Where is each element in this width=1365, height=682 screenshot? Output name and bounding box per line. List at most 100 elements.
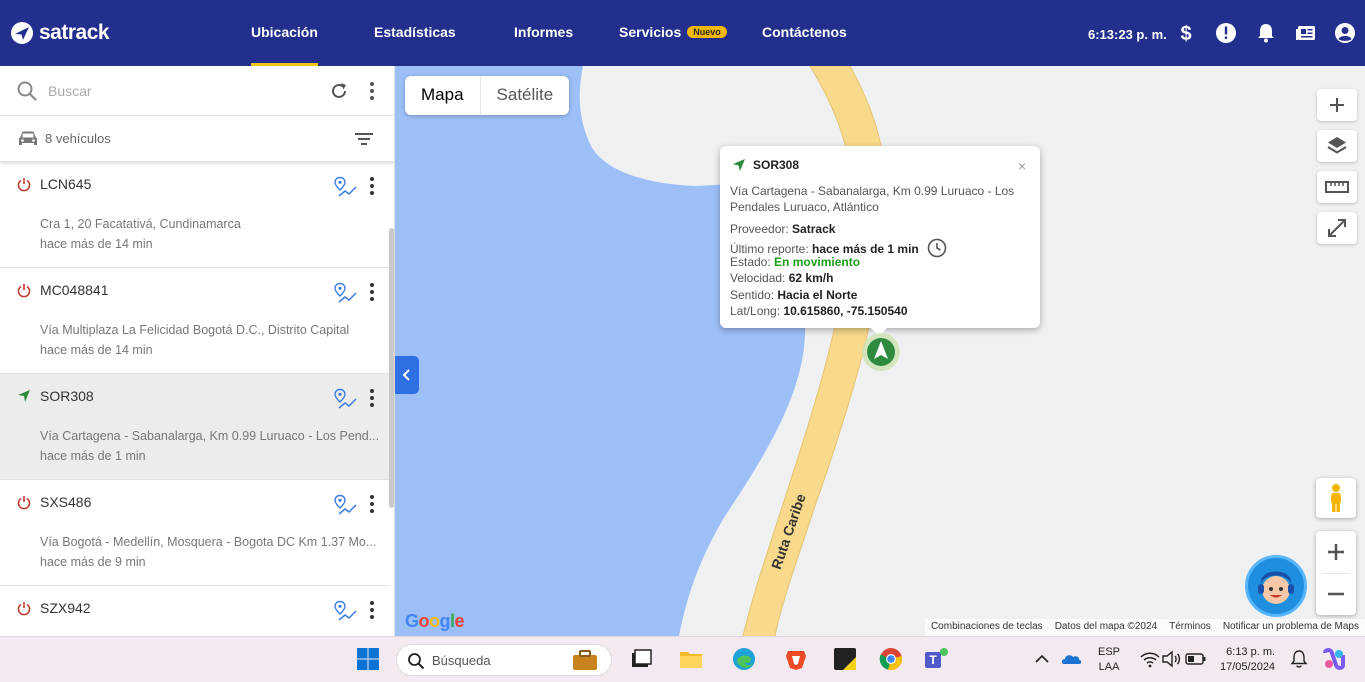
vehicle-more-options-icon[interactable] (369, 282, 375, 302)
info-status: Estado: En movimiento (730, 255, 860, 269)
news-icon[interactable] (1295, 22, 1317, 44)
vehicle-list-item[interactable]: SOR308 Vía Cartagena - Sabanalarga, Km 0.… (0, 374, 390, 480)
navigation-arrow-icon (18, 390, 30, 402)
battery-icon[interactable] (1184, 647, 1208, 671)
vehicle-list-item[interactable]: LCN645 Cra 1, 20 Facatativá, Cundinamarca… (0, 162, 390, 268)
vehicle-more-options-icon[interactable] (369, 600, 375, 620)
user-icon[interactable] (1334, 22, 1356, 44)
info-direction-label: Sentido: (730, 288, 778, 302)
layers-button[interactable] (1317, 130, 1357, 162)
info-provider-label: Proveedor: (730, 222, 793, 236)
taskbar-search[interactable]: Búsqueda (396, 644, 612, 676)
search-input[interactable] (48, 79, 308, 103)
info-status-label: Estado: (730, 255, 775, 269)
wifi-icon[interactable] (1138, 647, 1162, 671)
route-history-icon[interactable] (333, 282, 357, 304)
keyboard-shortcuts-link[interactable]: Combinaciones de teclas (931, 621, 1043, 634)
route-history-icon[interactable] (333, 176, 357, 198)
terms-link[interactable]: Términos (1169, 621, 1211, 634)
search-icon (17, 81, 37, 101)
bell-icon[interactable] (1255, 22, 1277, 44)
language-indicator[interactable]: ESP LAA (1098, 645, 1120, 675)
vehicle-plate: SXS486 (40, 494, 92, 510)
chrome-icon[interactable] (879, 647, 903, 671)
taskbar-date: 17/05/2024 (1220, 661, 1276, 673)
volume-icon[interactable] (1160, 647, 1184, 671)
onedrive-icon[interactable] (1060, 647, 1084, 671)
vehicle-address: Cra 1, 20 Facatativá, Cundinamarca (40, 217, 241, 231)
street-view-button[interactable] (1316, 478, 1356, 518)
vehicle-plate: SOR308 (40, 388, 94, 404)
taskbar-time: 6:13 p. m. (1226, 646, 1276, 658)
power-icon (17, 602, 31, 616)
edge-icon[interactable] (732, 647, 756, 671)
sticky-notes-icon[interactable] (833, 647, 857, 671)
vehicle-more-options-icon[interactable] (369, 494, 375, 514)
info-direction: Sentido: Hacia el Norte (730, 288, 857, 302)
header-clock: 6:13:23 p. m. (1088, 27, 1167, 42)
info-latlong-value: 10.615860, -75.150540 (783, 304, 908, 318)
map-type-mapa[interactable]: Mapa (405, 76, 481, 115)
nav-ubicacion[interactable]: Ubicación (251, 24, 318, 66)
refresh-icon[interactable] (329, 81, 349, 101)
google-logo: Google (405, 611, 465, 631)
new-badge: Nuevo (687, 26, 727, 38)
route-history-icon[interactable] (333, 388, 357, 410)
vehicle-last-report: hace más de 14 min (40, 343, 153, 357)
vehicle-address: Vía Multiplaza La Felicidad Bogotá D.C.,… (40, 323, 350, 337)
search-icon (408, 653, 425, 670)
svg-text:$: $ (1180, 23, 1191, 44)
vehicle-more-options-icon[interactable] (369, 176, 375, 196)
zoom-in-icon[interactable] (1316, 531, 1356, 573)
route-history-icon[interactable] (333, 494, 357, 516)
map-type-toggle: Mapa Satélite (405, 76, 570, 115)
vehicle-list-item[interactable]: SZX942 (0, 586, 390, 636)
windows-start-icon[interactable] (356, 647, 380, 671)
vehicle-marker-icon[interactable] (861, 332, 901, 372)
taskbar-search-text: Búsqueda (432, 653, 491, 668)
fullscreen-button[interactable] (1317, 212, 1357, 244)
filter-icon[interactable] (354, 131, 374, 147)
power-icon (17, 496, 31, 510)
windows-taskbar: Búsqueda T ESP LAA 6:13 p. m. 17/05/2024 (0, 636, 1365, 682)
vehicle-list-item[interactable]: SXS486 Vía Bogotá - Medellín, Mosquera - … (0, 480, 390, 586)
zoom-controls (1316, 531, 1356, 615)
nav-contactenos-label: Contáctenos (762, 24, 847, 40)
vehicle-list-item[interactable]: MC048841 Vía Multiplaza La Felicidad Bogo… (0, 268, 390, 374)
teams-icon[interactable]: T (924, 647, 948, 671)
clock-icon[interactable] (927, 238, 947, 258)
nav-servicios[interactable]: Servicios Nuevo (619, 24, 727, 66)
add-button[interactable] (1317, 89, 1357, 121)
vehicle-last-report: hace más de 14 min (40, 237, 153, 251)
nav-estadisticas[interactable]: Estadísticas (374, 24, 456, 66)
alert-icon[interactable] (1215, 22, 1237, 44)
notification-bell-icon[interactable] (1287, 647, 1311, 671)
measure-button[interactable] (1317, 171, 1357, 203)
search-more-options-icon[interactable] (369, 81, 375, 101)
ruler-icon (1325, 181, 1349, 193)
brave-icon[interactable] (784, 647, 808, 671)
collapse-sidebar-button[interactable] (395, 356, 419, 394)
sidebar-scrollbar[interactable] (389, 228, 394, 508)
nav-contactenos[interactable]: Contáctenos (762, 24, 847, 66)
close-icon[interactable]: × (1018, 158, 1026, 174)
zoom-out-icon[interactable] (1316, 573, 1356, 615)
taskbar-clock[interactable]: 6:13 p. m. 17/05/2024 (1220, 645, 1275, 675)
assistant-chat-button[interactable] (1245, 555, 1307, 617)
logo-text: satrack (39, 21, 110, 44)
file-explorer-icon[interactable] (679, 647, 703, 671)
copilot-icon[interactable] (1322, 647, 1346, 671)
vehicle-last-report: hace más de 9 min (40, 555, 146, 569)
report-problem-link[interactable]: Notificar un problema de Maps (1223, 621, 1359, 634)
map-type-satelite[interactable]: Satélite (481, 76, 570, 115)
map-attribution: Combinaciones de teclas Datos del mapa ©… (924, 619, 1365, 636)
route-history-icon[interactable] (333, 600, 357, 622)
vehicle-more-options-icon[interactable] (369, 388, 375, 408)
task-view-icon[interactable] (629, 647, 653, 671)
chevron-up-icon[interactable] (1030, 647, 1054, 671)
dollar-icon[interactable]: $ (1175, 22, 1197, 44)
map-view[interactable]: Mapa Satélite Ruta Caribe SOR308 × Vía C… (395, 66, 1365, 636)
info-last-report-value: hace más de 1 min (812, 242, 919, 256)
satrack-logo[interactable]: satrack (10, 20, 110, 46)
nav-informes[interactable]: Informes (514, 24, 573, 66)
